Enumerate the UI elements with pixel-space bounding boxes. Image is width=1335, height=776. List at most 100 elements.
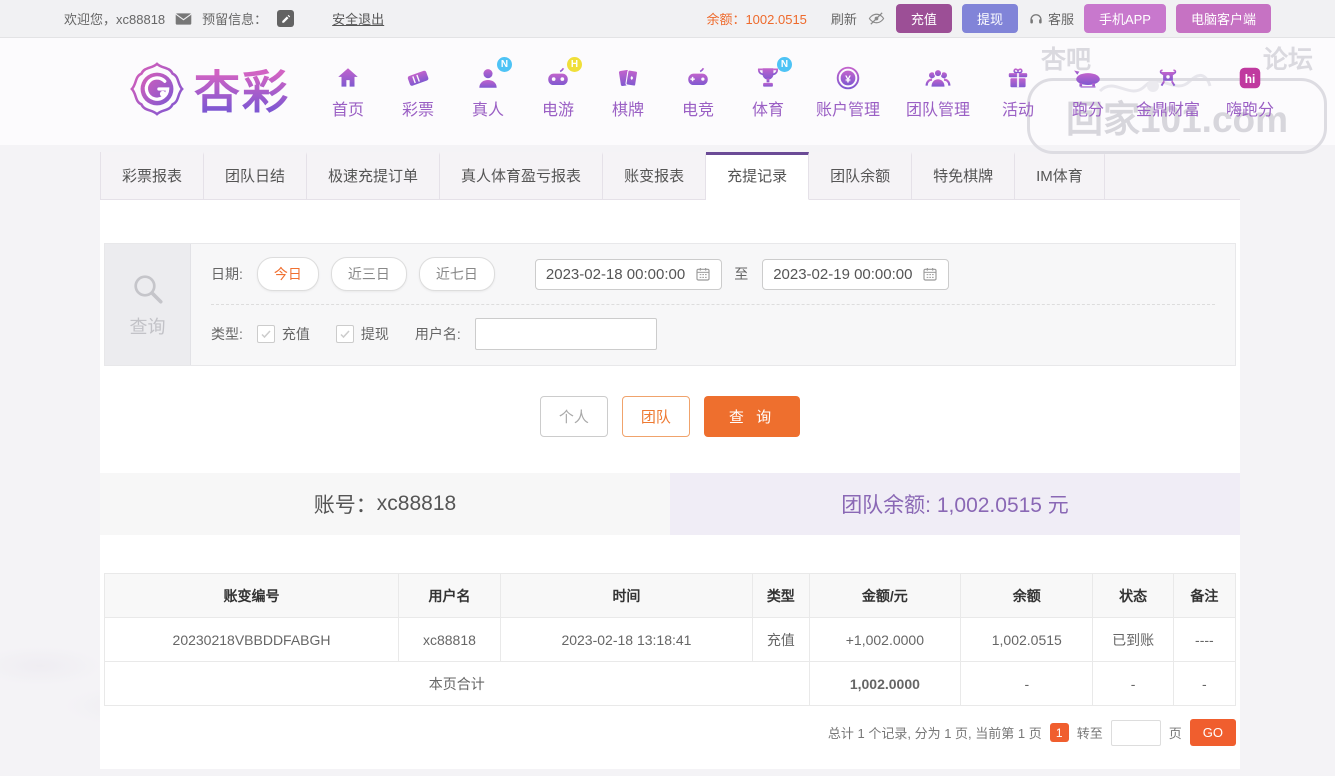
personal-button[interactable]: 个人	[540, 396, 608, 437]
page-unit-label: 页	[1169, 723, 1182, 742]
divider	[211, 304, 1215, 305]
people-icon	[923, 63, 953, 93]
col-time: 时间	[500, 574, 752, 618]
search-button[interactable]: 查 询	[704, 396, 800, 437]
nav-item-jinding[interactable]: 金鼎财富	[1136, 63, 1200, 120]
edit-pencil-icon[interactable]	[277, 10, 294, 27]
col-username: 用户名	[399, 574, 501, 618]
quick-7days-button[interactable]: 近七日	[419, 257, 495, 291]
nav-item-boardgames[interactable]: 棋牌	[606, 63, 650, 120]
col-remark: 备注	[1173, 574, 1235, 618]
balance-text: 余额：1002.0515	[706, 9, 806, 28]
current-page-badge[interactable]: 1	[1050, 723, 1069, 742]
nav-item-egames[interactable]: H 电游	[536, 63, 580, 120]
cell-remark: ----	[1173, 618, 1235, 662]
site-header: 杏彩 首页 彩票 N 真人 H 电游	[0, 38, 1335, 145]
nav-item-live[interactable]: N 真人	[466, 63, 510, 120]
withdraw-button[interactable]: 提现	[962, 4, 1018, 33]
filter-fields: 日期: 今日 近三日 近七日 2023-02-18 00:00:00 至 202…	[191, 244, 1235, 365]
table-total-row: 本页合计 1,002.0000 - - -	[105, 662, 1236, 706]
quick-today-button[interactable]: 今日	[257, 257, 319, 291]
nav-item-account-mgmt[interactable]: ¥ 账户管理	[816, 63, 880, 120]
balance-value: 1002.0515	[745, 12, 806, 27]
deposit-checkbox-wrap: 充值	[257, 324, 310, 344]
brand-logo[interactable]: 杏彩	[128, 60, 290, 123]
mobile-app-button[interactable]: 手机APP	[1084, 4, 1166, 33]
main-nav: 首页 彩票 N 真人 H 电游 棋牌	[326, 63, 1274, 120]
username-input[interactable]	[475, 318, 657, 350]
envelope-icon[interactable]	[175, 12, 192, 26]
tab-account-change[interactable]: 账变报表	[603, 152, 706, 200]
logout-link[interactable]: 安全退出	[332, 9, 384, 28]
team-balance-value: 1,002.0515 元	[937, 489, 1069, 519]
go-button[interactable]: GO	[1190, 719, 1236, 746]
customer-service[interactable]: 客服	[1028, 9, 1074, 28]
reserved-info-label: 预留信息：	[202, 9, 267, 28]
pagination: 总计 1 个记录, 分为 1 页, 当前第 1 页 1 转至 页 GO	[104, 719, 1236, 746]
col-amount: 金额/元	[809, 574, 961, 618]
tab-special-boardgames[interactable]: 特免棋牌	[912, 152, 1015, 200]
badge-new: N	[497, 57, 512, 72]
calendar-icon	[922, 266, 938, 282]
trophy-icon: N	[753, 63, 783, 93]
nav-item-paofen[interactable]: 跑分	[1066, 63, 1110, 120]
service-label: 客服	[1048, 9, 1074, 28]
total-label: 本页合计	[105, 662, 810, 706]
nav-item-lottery[interactable]: 彩票	[396, 63, 440, 120]
eye-slash-icon[interactable]	[867, 10, 886, 27]
gift-icon	[1003, 63, 1033, 93]
page-jump-input[interactable]	[1111, 720, 1161, 746]
nav-item-sports[interactable]: N 体育	[746, 63, 790, 120]
content-area: 彩票报表 团队日结 极速充提订单 真人体育盈亏报表 账变报表 充提记录 团队余额…	[0, 152, 1335, 776]
team-button[interactable]: 团队	[622, 396, 690, 437]
report-tabbar: 彩票报表 团队日结 极速充提订单 真人体育盈亏报表 账变报表 充提记录 团队余额…	[100, 152, 1240, 200]
nav-item-hipaofen[interactable]: hi 嗨跑分	[1226, 63, 1274, 120]
total-remark: -	[1173, 662, 1235, 706]
badge-hot: H	[567, 57, 582, 72]
tab-fast-orders[interactable]: 极速充提订单	[307, 152, 440, 200]
table-row: 20230218VBBDDFABGH xc88818 2023-02-18 13…	[105, 618, 1236, 662]
nav-item-home[interactable]: 首页	[326, 63, 370, 120]
account-number: 账号：xc88818	[100, 473, 670, 535]
tab-team-balance[interactable]: 团队余额	[809, 152, 912, 200]
col-status: 状态	[1093, 574, 1173, 618]
col-type: 类型	[753, 574, 810, 618]
tab-deposit-withdraw-records[interactable]: 充提记录	[706, 152, 809, 200]
withdraw-checkbox-wrap: 提现	[336, 324, 389, 344]
account-bar: 账号：xc88818 团队余额: 1,002.0515 元	[100, 473, 1240, 535]
tab-im-sports[interactable]: IM体育	[1015, 152, 1105, 200]
cell-amount: +1,002.0000	[809, 618, 961, 662]
total-amount: 1,002.0000	[809, 662, 961, 706]
withdraw-checkbox[interactable]	[336, 325, 354, 343]
date-from-input[interactable]: 2023-02-18 00:00:00	[535, 259, 722, 290]
cell-username: xc88818	[399, 618, 501, 662]
actions-row: 个人 团队 查 询	[100, 396, 1240, 437]
col-balance: 余额	[961, 574, 1093, 618]
refresh-link[interactable]: 刷新	[831, 9, 857, 28]
cell-status: 已到账	[1093, 618, 1173, 662]
records-table: 账变编号 用户名 时间 类型 金额/元 余额 状态 备注 20230218VBB…	[104, 573, 1236, 706]
cards-icon	[613, 63, 643, 93]
deposit-checkbox[interactable]	[257, 325, 275, 343]
hi-icon: hi	[1235, 63, 1265, 93]
coin-icon: ¥	[833, 63, 863, 93]
gamepad-icon: H	[543, 63, 573, 93]
date-to-input[interactable]: 2023-02-19 00:00:00	[762, 259, 949, 290]
nav-item-promotions[interactable]: 活动	[996, 63, 1040, 120]
main-panel: 彩票报表 团队日结 极速充提订单 真人体育盈亏报表 账变报表 充提记录 团队余额…	[100, 152, 1240, 769]
tab-live-sports-pnl[interactable]: 真人体育盈亏报表	[440, 152, 603, 200]
gamepad-icon	[683, 63, 713, 93]
goto-label: 转至	[1077, 723, 1103, 742]
pc-client-button[interactable]: 电脑客户端	[1176, 4, 1271, 33]
headphone-icon	[1028, 11, 1044, 26]
nav-item-esports[interactable]: 电竞	[676, 63, 720, 120]
quick-3days-button[interactable]: 近三日	[331, 257, 407, 291]
date-label: 日期:	[211, 264, 243, 284]
cell-balance: 1,002.0515	[961, 618, 1093, 662]
tab-team-daily[interactable]: 团队日结	[204, 152, 307, 200]
nav-item-team-mgmt[interactable]: 团队管理	[906, 63, 970, 120]
ticket-icon	[403, 63, 433, 93]
account-value: xc88818	[377, 492, 456, 516]
tab-lottery-report[interactable]: 彩票报表	[101, 152, 204, 200]
deposit-button[interactable]: 充值	[896, 4, 952, 33]
